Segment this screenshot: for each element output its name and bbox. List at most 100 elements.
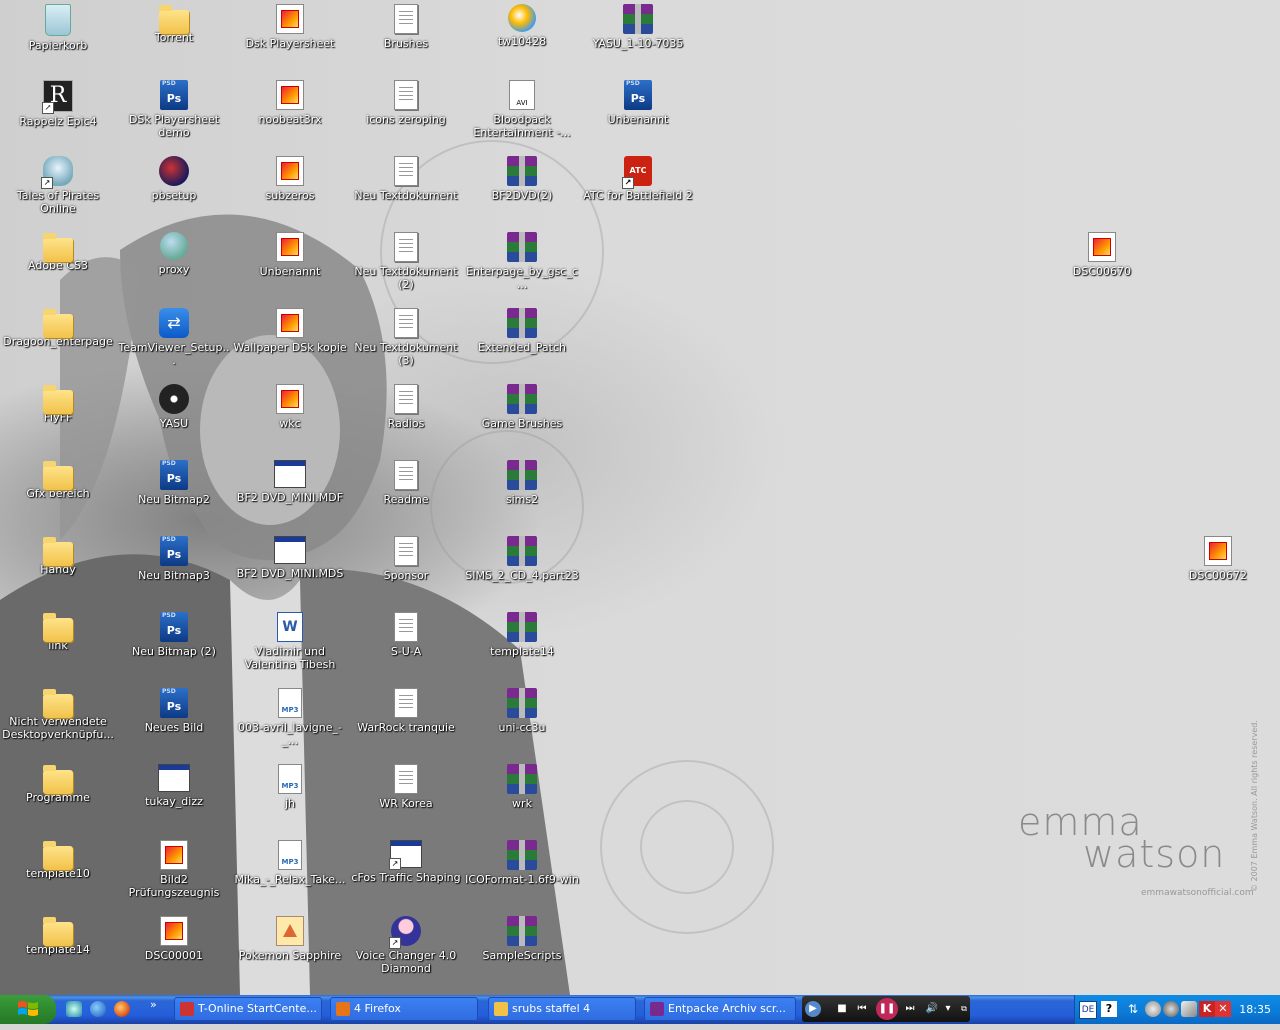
desktop-icon[interactable]: SampleScripts	[465, 914, 579, 990]
desktop-icon[interactable]: Dsk Playersheet	[233, 2, 347, 78]
desktop-icon[interactable]: icons zeroping	[349, 78, 463, 154]
desktop-icon-label: BF2 DVD_MINI.MDF	[236, 491, 344, 504]
desktop-icon[interactable]: Ps DSk Playersheet demo	[117, 78, 231, 154]
restore-player-icon[interactable]: ⧉	[956, 1001, 972, 1017]
desktop-icon[interactable]: BF2DVD(2)	[465, 154, 579, 230]
player-logo-icon[interactable]: ▶	[805, 1001, 821, 1017]
desktop-icon[interactable]: Gfx bereich	[1, 458, 115, 534]
desktop-icon[interactable]: Torrent	[117, 2, 231, 78]
desktop-icon[interactable]: Sponsor	[349, 534, 463, 610]
pause-icon[interactable]: ❚❚	[876, 998, 898, 1020]
desktop-icon[interactable]: YASU	[117, 382, 231, 458]
clock[interactable]: 18:35	[1239, 995, 1271, 1024]
desktop-icon[interactable]: Brushes	[349, 2, 463, 78]
desktop-icon[interactable]: WR Korea	[349, 762, 463, 838]
desktop-icon[interactable]: tw10428	[465, 2, 579, 78]
desktop-icon[interactable]: Neu Textdokument (2)	[349, 230, 463, 306]
desktop-icon[interactable]: Pokemon Sapphire	[233, 914, 347, 990]
desktop-icon[interactable]: Tales of Pirates Online	[1, 154, 115, 230]
desktop-icon[interactable]: Adobe CS3	[1, 230, 115, 306]
desktop-icon[interactable]: subzeros	[233, 154, 347, 230]
desktop-icon[interactable]: BF2 DVD_MINI.MDF	[233, 458, 347, 534]
desktop-icon[interactable]: Papierkorb	[1, 2, 115, 78]
desktop[interactable]: Papierkorb RRappelz Epic4 Tales of Pirates…	[0, 0, 1280, 995]
desktop-icon[interactable]: W Vladimir und Valentina Tibesh	[233, 610, 347, 686]
desktop-icon[interactable]: Ps Neu Bitmap (2)	[117, 610, 231, 686]
steam-icon[interactable]	[1163, 1001, 1179, 1017]
volume-icon[interactable]: 🔊	[924, 1001, 940, 1017]
desktop-icon[interactable]: YASU_1-10-7035	[581, 2, 695, 78]
taskbar-button[interactable]: 4 Firefox	[330, 997, 478, 1021]
desktop-icon[interactable]: link	[1, 610, 115, 686]
desktop-icon[interactable]: sims2	[465, 458, 579, 534]
stop-icon[interactable]: ■	[834, 1001, 850, 1017]
desktop-icon[interactable]: Readme	[349, 458, 463, 534]
desktop-icon[interactable]: ICOFormat-1.6f9-win	[465, 838, 579, 914]
desktop-icon[interactable]: Neu Textdokument (3)	[349, 306, 463, 382]
desktop-icon[interactable]: FlyFF	[1, 382, 115, 458]
next-icon[interactable]: ⏭	[902, 1001, 918, 1017]
desktop-icon[interactable]: BF2 DVD_MINI.MDS	[233, 534, 347, 610]
desktop-icon[interactable]: Ps Neu Bitmap3	[117, 534, 231, 610]
desktop-icon[interactable]: ATCATC for Battlefield 2	[581, 154, 695, 230]
desktop-icon[interactable]: cFos Traffic Shaping	[349, 838, 463, 914]
desktop-icon[interactable]: Ps Neues Bild	[117, 686, 231, 762]
desktop-icon[interactable]: MP3 jh	[233, 762, 347, 838]
desktop-icon[interactable]: Programme	[1, 762, 115, 838]
firewall-icon[interactable]: K	[1199, 1001, 1215, 1017]
firefox-icon[interactable]	[114, 1001, 130, 1017]
start-button[interactable]	[0, 995, 56, 1024]
security-icon[interactable]: ✕	[1215, 1001, 1231, 1017]
desktop-icon[interactable]: SIMS_2_CD_4.part23	[465, 534, 579, 610]
desktop-icon[interactable]: Unbenannt	[233, 230, 347, 306]
antivirus-icon[interactable]	[1145, 1001, 1161, 1017]
desktop-icon[interactable]: DSC00670	[1045, 230, 1159, 306]
help-icon[interactable]: ?	[1101, 1001, 1117, 1017]
desktop-icon[interactable]: S-U-A	[349, 610, 463, 686]
disc-image-file-icon	[274, 536, 306, 564]
desktop-icon[interactable]: Radios	[349, 382, 463, 458]
connection-icon[interactable]	[1181, 1001, 1197, 1017]
desktop-icon[interactable]: wkc	[233, 382, 347, 458]
desktop-icon[interactable]: ⇄ TeamViewer_Setup...	[117, 306, 231, 382]
show-desktop-icon[interactable]	[66, 1001, 82, 1017]
desktop-icon[interactable]: WarRock tranquie	[349, 686, 463, 762]
network-icon[interactable]: ⇅	[1125, 1001, 1141, 1017]
desktop-icon[interactable]: Game Brushes	[465, 382, 579, 458]
text-document-icon	[394, 156, 418, 186]
desktop-icon[interactable]: Handy	[1, 534, 115, 610]
chevron-down-icon[interactable]: ▾	[940, 1001, 956, 1017]
language-indicator[interactable]: DE	[1079, 1001, 1097, 1019]
previous-icon[interactable]: ⏮	[854, 1001, 870, 1017]
desktop-icon[interactable]: MP3 003-avril_lavigne_-_...	[233, 686, 347, 762]
desktop-icon[interactable]: Neu Textdokument	[349, 154, 463, 230]
desktop-icon[interactable]: DSC00672	[1161, 534, 1275, 610]
desktop-icon[interactable]: uni-cc3u	[465, 686, 579, 762]
ie-icon[interactable]	[90, 1001, 106, 1017]
desktop-icon[interactable]: Bild2 Prüfungszeugnis	[117, 838, 231, 914]
desktop-icon[interactable]: tukay_dizz	[117, 762, 231, 838]
desktop-icon[interactable]: AVI Bloodpack Entertainment -...	[465, 78, 579, 154]
taskbar-button[interactable]: Entpacke Archiv scr...	[644, 997, 796, 1021]
desktop-icon[interactable]: Voice Changer 4.0 Diamond	[349, 914, 463, 990]
desktop-icon[interactable]: template10	[1, 838, 115, 914]
desktop-icon[interactable]: Ps Neu Bitmap2	[117, 458, 231, 534]
taskbar-button[interactable]: srubs staffel 4	[488, 997, 636, 1021]
desktop-icon[interactable]: RRappelz Epic4	[1, 78, 115, 154]
desktop-icon[interactable]: pbsetup	[117, 154, 231, 230]
desktop-icon[interactable]: Enterpage_by_gsc_c...	[465, 230, 579, 306]
desktop-icon[interactable]: MP3 Mika_-_Relax_Take...	[233, 838, 347, 914]
desktop-icon[interactable]: Dragoon_enterpage	[1, 306, 115, 382]
desktop-icon[interactable]: Ps Unbenannt	[581, 78, 695, 154]
desktop-icon[interactable]: Wallpaper DSk kopie	[233, 306, 347, 382]
desktop-icon[interactable]: DSC00001	[117, 914, 231, 990]
desktop-icon[interactable]: Nicht verwendete Desktopverknüpfu...	[1, 686, 115, 762]
desktop-icon[interactable]: template14	[465, 610, 579, 686]
desktop-icon[interactable]: noobeat3rx	[233, 78, 347, 154]
quicklaunch-more-button[interactable]: »	[150, 998, 157, 1011]
desktop-icon[interactable]: wrk	[465, 762, 579, 838]
taskbar-button[interactable]: T-Online StartCente...	[174, 997, 322, 1021]
desktop-icon[interactable]: template14	[1, 914, 115, 990]
desktop-icon[interactable]: proxy	[117, 230, 231, 306]
desktop-icon[interactable]: Extended_Patch	[465, 306, 579, 382]
